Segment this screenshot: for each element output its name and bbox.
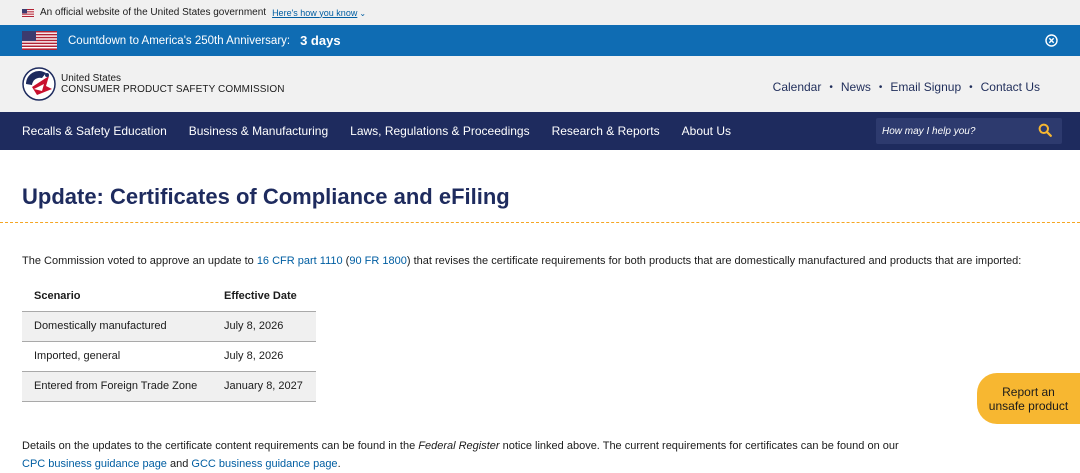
gov-banner: An official website of the United States… [0,0,1080,25]
column-header-effective-date: Effective Date [212,281,316,312]
report-unsafe-product-button[interactable]: Report an unsafe product [977,373,1080,424]
table-row: Domestically manufactured July 8, 2026 [22,311,316,342]
cfr-link[interactable]: 16 CFR part 1110 [257,255,343,267]
site-header: United States CONSUMER PRODUCT SAFETY CO… [0,56,1080,112]
report-button-line1: Report an [1002,384,1055,399]
table-row: Imported, general July 8, 2026 [22,341,316,372]
search-input[interactable] [882,125,1032,137]
intro-text: ) that revises the certificate requireme… [406,255,1022,267]
countdown-days: 3 days [300,33,341,48]
details-text: . [337,458,341,470]
nav-item-recalls[interactable]: Recalls & Safety Education [22,124,167,138]
util-separator: • [829,81,833,93]
fr-link[interactable]: 90 FR 1800 [349,255,406,267]
util-link-news[interactable]: News [841,80,871,94]
effective-dates-table: Scenario Effective Date Domestically man… [22,281,316,402]
countdown-bar: Countdown to America's 250th Anniversary… [0,25,1080,56]
us-flag-icon [22,8,34,17]
main-nav: Recalls & Safety Education Business & Ma… [0,112,1080,150]
table-header-row: Scenario Effective Date [22,281,316,312]
util-separator: • [878,81,883,93]
details-paragraph: Details on the updates to the certificat… [22,437,899,473]
intro-paragraph: The Commission voted to approve an updat… [22,255,1021,267]
nav-item-business[interactable]: Business & Manufacturing [189,124,328,138]
scenario-cell: Domestically manufactured [22,311,212,342]
us-flag-icon [22,31,57,50]
nav-item-research[interactable]: Research & Reports [552,124,660,138]
column-header-scenario: Scenario [22,281,212,312]
details-text: and [166,458,192,470]
chevron-down-icon: ⌄ [359,8,367,18]
util-link-calendar[interactable]: Calendar [773,80,822,94]
countdown-text: Countdown to America's 250th Anniversary… [68,34,291,47]
utility-nav: Calendar • News • Email Signup • Contact… [773,80,1040,94]
scenario-cell: Imported, general [22,341,212,372]
search-icon[interactable] [1038,123,1052,137]
cpc-guidance-link[interactable]: CPC business guidance page [22,458,167,470]
scenario-cell: Entered from Foreign Trade Zone [22,371,212,402]
util-separator: • [969,81,973,93]
report-button-line2: unsafe product [988,398,1069,413]
heres-how-you-know-label: Here's how you know [272,7,358,18]
nav-item-about[interactable]: About Us [682,124,731,138]
close-icon[interactable] [1045,34,1058,47]
title-divider [0,222,1080,223]
page-title: Update: Certificates of Compliance and e… [22,184,510,209]
gcc-guidance-link[interactable]: GCC business guidance page [191,458,337,470]
table-row: Entered from Foreign Trade Zone January … [22,371,316,402]
effective-date-cell: July 8, 2026 [212,311,316,342]
search-box [876,118,1062,144]
federal-register-text: Federal Register [418,440,500,452]
details-text: notice linked above. The current require… [499,440,899,452]
effective-date-cell: January 8, 2027 [212,371,316,402]
agency-name-bottom: CONSUMER PRODUCT SAFETY COMMISSION [61,84,285,95]
nav-item-laws[interactable]: Laws, Regulations & Proceedings [350,124,529,138]
effective-date-cell: July 8, 2026 [212,341,316,372]
intro-text: The Commission voted to approve an updat… [22,255,257,267]
util-link-email-signup[interactable]: Email Signup [890,80,961,94]
agency-name[interactable]: United States CONSUMER PRODUCT SAFETY CO… [61,73,285,95]
heres-how-you-know-link[interactable]: Here's how you know ⌄ [272,8,366,18]
util-link-contact-us[interactable]: Contact Us [981,80,1040,94]
details-text: Details on the updates to the certificat… [22,440,419,452]
agency-name-top: United States [61,73,122,84]
gov-banner-text: An official website of the United States… [40,7,267,18]
cpsc-logo-icon[interactable] [22,67,56,101]
